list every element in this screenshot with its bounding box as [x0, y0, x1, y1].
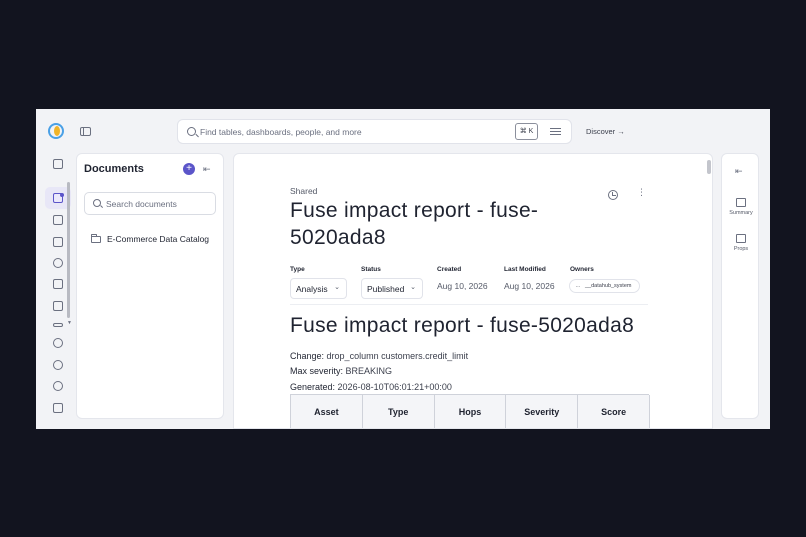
column-header-asset: Asset — [291, 395, 363, 428]
column-header-type: Type — [362, 395, 435, 428]
type-select[interactable]: Analysis ⌄ — [290, 278, 347, 299]
sidebar-toggle-icon[interactable] — [80, 127, 91, 136]
document-search-input[interactable]: Search documents — [106, 199, 177, 209]
home-grid-icon[interactable] — [53, 159, 63, 169]
document-heading: Fuse impact report - fuse-5020ada8 — [290, 314, 635, 337]
search-icon — [187, 127, 196, 136]
breadcrumb[interactable]: Shared — [290, 186, 317, 196]
document-view: Shared ⋮ Fuse impact report - fuse-5020a… — [233, 153, 713, 429]
props-tab-label: Props — [733, 246, 749, 252]
column-header-severity: Severity — [506, 395, 579, 428]
document-scrollbar[interactable] — [707, 160, 711, 174]
summary-tab-label: Summary — [729, 210, 753, 216]
change-label: Change: — [290, 351, 325, 361]
type-value: Analysis — [296, 284, 328, 294]
chevron-down-icon: ⌄ — [334, 284, 340, 291]
datahub-logo-icon[interactable] — [48, 123, 64, 139]
status-label: Status — [361, 266, 381, 273]
owners-label: Owners — [570, 266, 594, 273]
generated-value: 2026-08-10T06:01:21+00:00 — [337, 382, 452, 392]
type-label: Type — [290, 266, 305, 273]
owner-chip[interactable]: ... __datahub_system — [569, 279, 640, 293]
created-value: Aug 10, 2026 — [437, 281, 488, 291]
severity-line: Max severity: BREAKING — [290, 366, 392, 376]
discover-link[interactable]: Discover → — [586, 127, 625, 136]
page-title[interactable]: Fuse impact report - fuse-5020ada8 — [290, 197, 590, 251]
tag-icon[interactable] — [53, 237, 63, 247]
column-header-score: Score — [578, 395, 650, 428]
created-label: Created — [437, 266, 462, 273]
book-icon — [736, 198, 746, 207]
document-search-field[interactable]: Search documents — [84, 192, 216, 215]
column-header-hops: Hops — [434, 395, 507, 428]
search-filters-button[interactable] — [546, 123, 566, 140]
more-options-icon[interactable]: ⋮ — [637, 187, 646, 198]
search-shortcut-badge: ⌘ K — [515, 123, 538, 140]
owner-name: __datahub_system — [585, 283, 632, 289]
history-icon[interactable] — [608, 190, 618, 200]
collapse-sidebar-icon[interactable]: ⇤ — [735, 166, 743, 177]
documents-panel: Documents + ⇤ Search documents E-Commerc… — [76, 153, 224, 419]
global-search-bar[interactable]: Find tables, dashboards, people, and mor… — [177, 119, 572, 144]
right-sidebar: ⇤ Summary Props — [721, 153, 759, 419]
severity-label: Max severity: — [290, 366, 344, 376]
globe-icon[interactable] — [53, 258, 63, 268]
generated-label: Generated: — [290, 382, 336, 392]
last-modified-value: Aug 10, 2026 — [504, 281, 555, 291]
logout-icon[interactable] — [53, 403, 63, 413]
search-icon — [93, 199, 101, 207]
bookmark-icon[interactable] — [53, 215, 63, 225]
app-window: Find tables, dashboards, people, and mor… — [36, 109, 770, 429]
status-value: Published — [367, 284, 405, 294]
notification-dot-icon — [60, 193, 64, 197]
add-document-button[interactable]: + — [183, 163, 195, 175]
avatar: ... — [575, 282, 581, 289]
impact-table: Asset Type Hops Severity Score — [290, 394, 650, 428]
documents-panel-title: Documents — [84, 163, 144, 175]
help-icon[interactable] — [53, 381, 63, 391]
folder-item[interactable]: E-Commerce Data Catalog — [107, 234, 209, 244]
lineage-icon[interactable] — [53, 323, 63, 327]
rail-scrollbar[interactable] — [67, 182, 70, 318]
severity-value: BREAKING — [345, 366, 393, 376]
rail-caret-icon[interactable]: ▼ — [67, 320, 72, 326]
global-search-input[interactable]: Find tables, dashboards, people, and mor… — [200, 127, 362, 137]
change-line: Change: drop_column customers.credit_lim… — [290, 351, 468, 361]
change-value: drop_column customers.credit_limit — [326, 351, 469, 361]
props-tab[interactable]: Props — [722, 234, 760, 252]
last-modified-label: Last Modified — [504, 266, 546, 273]
generated-line: Generated: 2026-08-10T06:01:21+00:00 — [290, 382, 452, 392]
user-icon[interactable] — [53, 338, 63, 348]
folder-icon — [91, 234, 101, 243]
rocket-icon[interactable] — [53, 301, 63, 311]
status-select[interactable]: Published ⌄ — [361, 278, 423, 299]
glossary-icon[interactable] — [53, 279, 63, 289]
chevron-down-icon: ⌄ — [410, 284, 416, 291]
summary-tab[interactable]: Summary — [722, 198, 760, 216]
list-icon — [736, 234, 746, 243]
divider — [290, 304, 648, 305]
collapse-panel-icon[interactable]: ⇤ — [203, 164, 211, 175]
settings-gear-icon[interactable] — [53, 360, 63, 370]
